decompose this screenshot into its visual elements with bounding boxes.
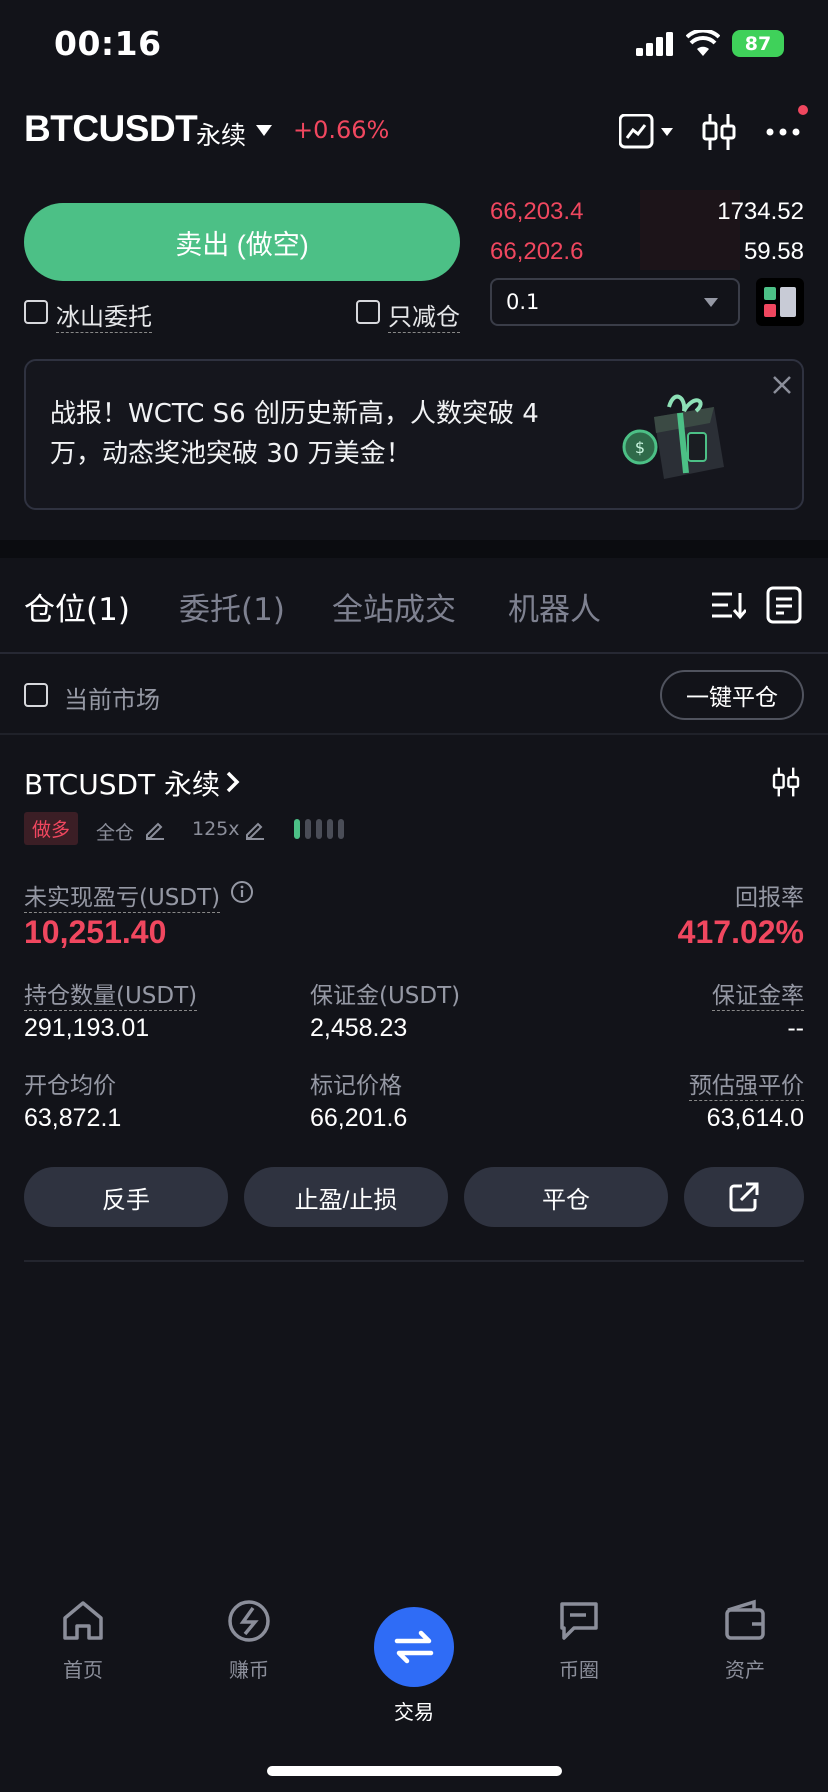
reverse-button[interactable]: 反手 — [24, 1167, 228, 1227]
reduce-only-checkbox[interactable] — [356, 300, 380, 324]
close-icon[interactable] — [772, 375, 792, 395]
risk-bar — [327, 819, 333, 839]
nav-label: 币圈 — [559, 1658, 599, 1682]
nav-label: 交易 — [394, 1700, 434, 1724]
promo-banner[interactable]: 战报！WCTC S6 创历史新高，人数突破 4 万，动态奖池突破 30 万美金！… — [24, 359, 804, 510]
more-icon[interactable] — [764, 104, 808, 140]
symbol-title[interactable]: BTCUSDT — [24, 108, 198, 150]
chevron-down-icon — [704, 298, 718, 308]
divider — [0, 652, 828, 654]
sell-short-button[interactable]: 卖出 (做空) — [24, 203, 460, 281]
svg-text:$: $ — [635, 438, 645, 457]
unrealized-pnl-value: 10,251.40 — [24, 914, 167, 950]
nav-earn[interactable]: 赚币 — [194, 1598, 304, 1683]
close-position-button[interactable]: 平仓 — [464, 1167, 668, 1227]
chat-icon — [556, 1598, 602, 1644]
price-change: +0.66% — [293, 116, 390, 144]
nav-label: 赚币 — [229, 1658, 269, 1682]
quantity-select[interactable]: 0.1 — [490, 278, 740, 326]
tab-orders[interactable]: 委托(1) — [179, 584, 285, 629]
quantity-value: 0.1 — [506, 290, 540, 314]
trade-fab[interactable] — [374, 1607, 454, 1687]
candlestick-icon[interactable] — [702, 112, 736, 152]
risk-bar — [294, 819, 300, 839]
banner-text: 战报！WCTC S6 创历史新高，人数突破 4 万，动态奖池突破 30 万美金！ — [50, 399, 539, 469]
risk-bar — [316, 819, 322, 839]
entry-price-label: 开仓均价 — [24, 1073, 116, 1099]
chevron-down-icon[interactable] — [256, 125, 272, 137]
close-all-button[interactable]: 一键平仓 — [660, 670, 804, 720]
chevron-right-icon[interactable] — [226, 771, 240, 793]
tpsl-button[interactable]: 止盈/止损 — [244, 1167, 448, 1227]
nav-label: 资产 — [725, 1658, 765, 1682]
nav-label: 首页 — [63, 1658, 103, 1682]
current-market-checkbox[interactable] — [24, 683, 48, 707]
nav-community[interactable]: 币圈 — [524, 1598, 634, 1683]
nav-trade[interactable]: 交易 — [359, 1696, 469, 1725]
risk-level-indicator — [292, 816, 352, 842]
contract-type[interactable]: 永续 — [196, 116, 246, 152]
risk-bar — [338, 819, 344, 839]
share-button[interactable] — [684, 1167, 804, 1227]
orderbook-layout-icon[interactable] — [756, 278, 804, 326]
margin-label: 保证金(USDT) — [310, 983, 461, 1009]
margin-mode: 全仓 — [96, 822, 135, 844]
sort-icon[interactable] — [710, 590, 746, 620]
ask-qty: 1734.52 — [717, 198, 804, 225]
margin-ratio-label: 保证金率 — [712, 976, 804, 1011]
size-label: 持仓数量(USDT) — [24, 976, 198, 1011]
tab-market-trades[interactable]: 全站成交 — [332, 584, 456, 629]
nav-home[interactable]: 首页 — [28, 1598, 138, 1683]
liq-price-label: 预估强平价 — [689, 1066, 804, 1101]
ask-price[interactable]: 66,203.4 — [490, 198, 583, 226]
ask-price[interactable]: 66,202.6 — [490, 238, 583, 266]
signal-icon — [636, 32, 674, 56]
section-divider — [0, 540, 828, 558]
leverage: 125x — [192, 818, 240, 840]
status-time: 00:16 — [54, 24, 162, 63]
divider — [0, 733, 828, 735]
risk-bar — [305, 819, 311, 839]
side-badge: 做多 — [24, 812, 79, 845]
iceberg-label: 冰山委托 — [56, 297, 152, 333]
tab-positions[interactable]: 仓位(1) — [24, 584, 130, 629]
wallet-icon — [722, 1598, 768, 1644]
margin-value: 2,458.23 — [310, 1014, 408, 1042]
margin-ratio-value: -- — [787, 1014, 804, 1042]
position-symbol[interactable]: BTCUSDT 永续 — [24, 763, 220, 803]
gift-box-icon: $ — [614, 387, 734, 487]
battery-level: 87 — [744, 32, 772, 55]
liq-price-value: 63,614.0 — [706, 1104, 804, 1132]
battery-indicator: 87 — [732, 30, 784, 57]
edit-icon[interactable] — [144, 818, 166, 840]
reduce-only-label: 只减仓 — [388, 297, 460, 333]
wifi-icon — [686, 30, 720, 56]
divider — [24, 1260, 804, 1262]
edit-icon[interactable] — [244, 818, 266, 840]
entry-price-value: 63,872.1 — [24, 1104, 122, 1132]
current-market-label: 当前市场 — [64, 686, 160, 714]
mark-price-value: 66,201.6 — [310, 1104, 408, 1132]
roe-value: 417.02% — [677, 914, 804, 950]
size-value: 291,193.01 — [24, 1014, 150, 1042]
tab-bots[interactable]: 机器人 — [508, 584, 601, 629]
home-indicator — [267, 1766, 562, 1776]
share-icon — [728, 1181, 760, 1213]
mark-price-label: 标记价格 — [310, 1073, 402, 1099]
unrealized-pnl-label: 未实现盈亏(USDT) — [24, 878, 221, 913]
swap-arrows-icon — [393, 1629, 435, 1665]
chart-icon[interactable] — [619, 114, 675, 150]
home-icon — [60, 1598, 106, 1644]
info-icon[interactable] — [230, 880, 254, 904]
earn-icon — [226, 1598, 272, 1644]
nav-assets[interactable]: 资产 — [690, 1598, 800, 1683]
iceberg-checkbox[interactable] — [24, 300, 48, 324]
ask-qty: 59.58 — [743, 238, 804, 265]
roe-label: 回报率 — [735, 885, 804, 911]
candlestick-icon[interactable] — [772, 766, 800, 798]
orders-doc-icon[interactable] — [766, 586, 802, 624]
